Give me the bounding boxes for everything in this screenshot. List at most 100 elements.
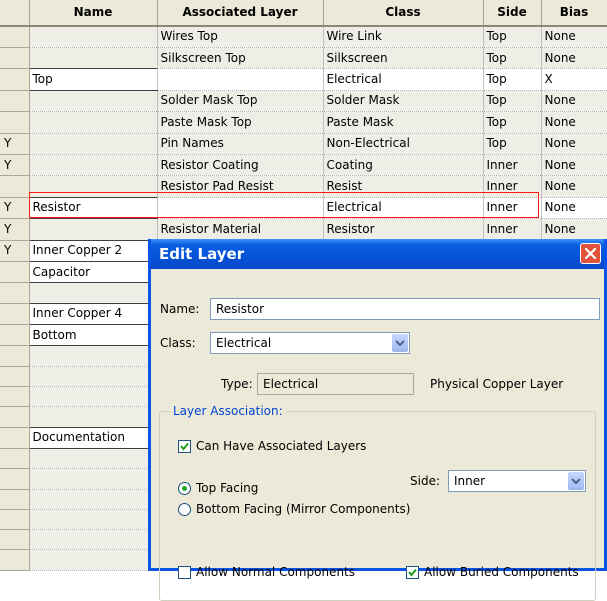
- name-field[interactable]: Resistor: [210, 298, 600, 320]
- row-select-cell[interactable]: [0, 529, 30, 551]
- class-cell[interactable]: Wire Link: [323, 26, 484, 48]
- table-row[interactable]: Wires Top Wire Link Top None: [0, 26, 607, 48]
- table-row[interactable]: Y Pin Names Non-Electrical Top None: [0, 133, 607, 155]
- name-cell[interactable]: [29, 26, 158, 48]
- close-button[interactable]: [580, 243, 601, 264]
- side-cell[interactable]: Top: [483, 47, 542, 70]
- class-cell[interactable]: Resistor: [323, 218, 484, 241]
- name-cell[interactable]: Documentation: [29, 426, 158, 450]
- associated-layer-cell[interactable]: Silkscreen Top: [157, 47, 324, 70]
- associated-layer-cell[interactable]: [157, 197, 324, 220]
- name-cell[interactable]: [29, 90, 158, 113]
- dialog-title-bar[interactable]: Edit Layer: [151, 239, 604, 269]
- bias-cell[interactable]: None: [541, 133, 607, 155]
- associated-layer-cell[interactable]: Paste Mask Top: [157, 111, 324, 134]
- name-cell[interactable]: [29, 111, 158, 134]
- row-select-cell[interactable]: [0, 26, 30, 48]
- class-dropdown-button[interactable]: [392, 334, 408, 352]
- name-cell[interactable]: [29, 489, 158, 510]
- associated-layer-cell[interactable]: Resistor Coating: [157, 154, 324, 177]
- associated-layer-cell[interactable]: Pin Names: [157, 133, 324, 155]
- bias-cell[interactable]: None: [541, 175, 607, 198]
- column-header-side[interactable]: Side: [483, 0, 542, 27]
- class-cell[interactable]: Coating: [323, 154, 484, 177]
- class-cell[interactable]: Resist: [323, 175, 484, 198]
- side-select[interactable]: Inner: [448, 470, 586, 492]
- row-select-cell[interactable]: [0, 509, 30, 531]
- side-cell[interactable]: Top: [483, 26, 542, 48]
- side-cell[interactable]: Inner: [483, 154, 542, 177]
- name-cell[interactable]: [29, 366, 158, 388]
- allow-normal-components-checkbox[interactable]: [178, 566, 191, 579]
- row-select-cell[interactable]: Y: [0, 154, 30, 177]
- name-cell[interactable]: Resistor: [29, 196, 158, 220]
- allow-buried-components-checkbox[interactable]: [406, 566, 419, 579]
- row-select-cell[interactable]: Y: [0, 133, 30, 155]
- bias-cell[interactable]: None: [541, 26, 607, 48]
- table-row[interactable]: Silkscreen Top Silkscreen Top None: [0, 47, 607, 70]
- name-cell[interactable]: [29, 549, 158, 571]
- table-row[interactable]: Resistor Pad Resist Resist Inner None: [0, 175, 607, 198]
- row-select-cell[interactable]: [0, 175, 30, 198]
- top-facing-radio[interactable]: [178, 482, 191, 495]
- row-select-cell[interactable]: Y: [0, 218, 30, 241]
- name-cell[interactable]: [29, 47, 158, 70]
- associated-layer-cell[interactable]: Resistor Material: [157, 218, 324, 241]
- class-cell[interactable]: Paste Mask: [323, 111, 484, 134]
- row-select-cell[interactable]: [0, 111, 30, 134]
- bias-cell[interactable]: None: [541, 47, 607, 70]
- row-select-cell[interactable]: [0, 549, 30, 571]
- row-select-cell[interactable]: [0, 261, 30, 284]
- name-cell[interactable]: [29, 175, 158, 198]
- table-row[interactable]: Top Electrical Top X: [0, 68, 607, 91]
- row-select-cell[interactable]: [0, 489, 30, 510]
- row-select-cell[interactable]: [0, 47, 30, 70]
- name-cell[interactable]: [29, 218, 158, 241]
- row-select-cell[interactable]: [0, 345, 30, 367]
- row-select-cell[interactable]: [0, 282, 30, 304]
- name-cell[interactable]: [29, 154, 158, 177]
- bias-cell[interactable]: None: [541, 218, 607, 241]
- table-row[interactable]: Solder Mask Top Solder Mask Top None: [0, 90, 607, 113]
- row-select-cell[interactable]: [0, 303, 30, 326]
- side-dropdown-button[interactable]: [568, 472, 584, 490]
- table-row[interactable]: Y Resistor Coating Coating Inner None: [0, 154, 607, 177]
- associated-layer-cell[interactable]: Resistor Pad Resist: [157, 175, 324, 198]
- bias-cell[interactable]: None: [541, 197, 607, 220]
- name-cell[interactable]: Top: [29, 68, 158, 91]
- row-select-cell[interactable]: Y: [0, 197, 30, 220]
- name-cell[interactable]: [29, 133, 158, 155]
- table-row[interactable]: Y Resistor Material Resistor Inner None: [0, 218, 607, 241]
- name-cell[interactable]: [29, 345, 158, 367]
- side-cell[interactable]: Inner: [483, 175, 542, 198]
- row-select-cell[interactable]: [0, 324, 30, 347]
- class-cell[interactable]: Solder Mask: [323, 90, 484, 113]
- row-select-cell[interactable]: Y: [0, 240, 30, 262]
- column-header-bias[interactable]: Bias: [541, 0, 607, 27]
- side-cell[interactable]: Inner: [483, 218, 542, 241]
- row-select-cell[interactable]: [0, 90, 30, 113]
- name-cell[interactable]: [29, 468, 158, 490]
- bias-cell[interactable]: None: [541, 111, 607, 134]
- class-select[interactable]: Electrical: [210, 332, 410, 354]
- table-row[interactable]: Y Resistor Electrical Inner None: [0, 196, 607, 220]
- bottom-facing-radio[interactable]: [178, 503, 191, 516]
- column-header-class[interactable]: Class: [323, 0, 484, 27]
- side-cell[interactable]: Inner: [483, 197, 542, 220]
- bias-cell[interactable]: X: [541, 68, 607, 91]
- column-header-select[interactable]: [0, 0, 30, 27]
- side-cell[interactable]: Top: [483, 90, 542, 113]
- row-select-cell[interactable]: [0, 406, 30, 428]
- associated-layer-cell[interactable]: Wires Top: [157, 26, 324, 48]
- row-select-cell[interactable]: [0, 427, 30, 450]
- column-header-associated-layer[interactable]: Associated Layer: [157, 0, 324, 27]
- column-header-name[interactable]: Name: [29, 0, 158, 27]
- row-select-cell[interactable]: [0, 68, 30, 91]
- table-row[interactable]: Paste Mask Top Paste Mask Top None: [0, 111, 607, 134]
- can-have-associated-layers-checkbox[interactable]: [178, 440, 191, 453]
- name-cell[interactable]: [29, 406, 158, 428]
- bias-cell[interactable]: None: [541, 154, 607, 177]
- row-select-cell[interactable]: [0, 448, 30, 470]
- row-select-cell[interactable]: [0, 366, 30, 388]
- row-select-cell[interactable]: [0, 386, 30, 408]
